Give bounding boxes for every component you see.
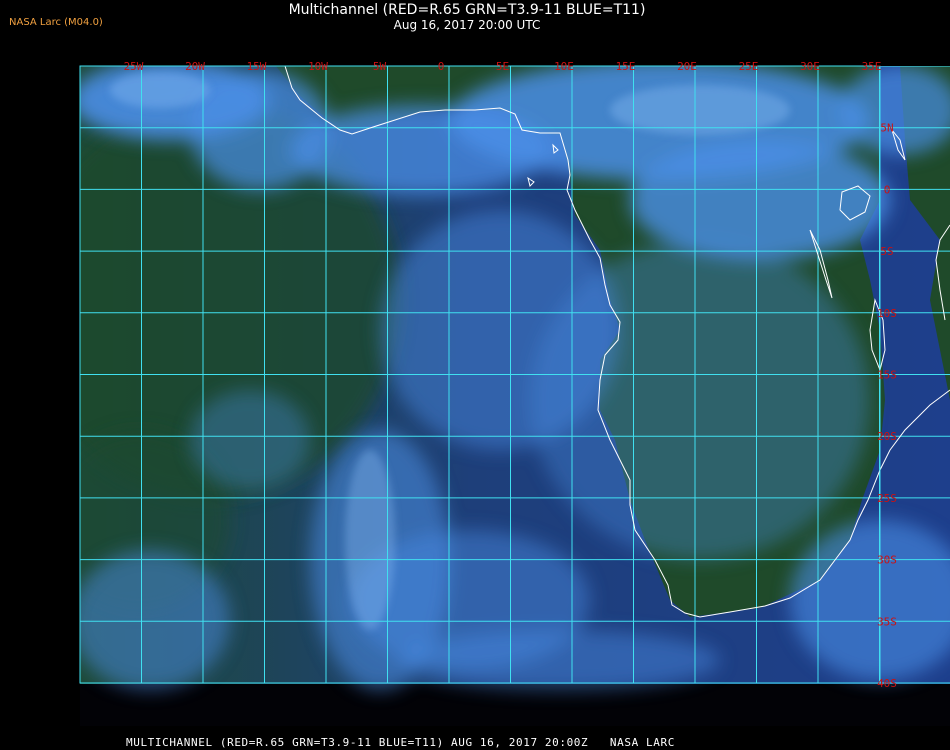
latitude-label: 10S: [877, 307, 897, 320]
satellite-map: 25W 20W 15W 10W 5W 0 5E 10E 15E 20E 25E 30E 35E 5N 0 5…: [79, 60, 950, 726]
latitude-label: 5S: [880, 245, 893, 258]
latitude-label: 5N: [880, 122, 893, 135]
longitude-label: 30E: [800, 60, 820, 73]
lower-dark-band: [80, 684, 950, 726]
longitude-label: 25W: [124, 60, 144, 73]
footer-caption: MULTICHANNEL (RED=R.65 GRN=T3.9-11 BLUE=…: [126, 736, 675, 749]
latitude-label: 30S: [877, 554, 897, 567]
longitude-label: 35E: [862, 60, 882, 73]
longitude-label: 15E: [616, 60, 636, 73]
latitude-label: 0: [884, 183, 891, 196]
latitude-label: 35S: [877, 615, 897, 628]
longitude-label: 10E: [554, 60, 574, 73]
longitude-label: 5E: [496, 60, 509, 73]
longitude-label: 25E: [739, 60, 759, 73]
longitude-label: 15W: [247, 60, 267, 73]
longitude-label: 10W: [308, 60, 328, 73]
latitude-label: 40S: [877, 677, 897, 690]
longitude-label: 5W: [373, 60, 387, 73]
latitude-label: 20S: [877, 430, 897, 443]
latitude-label: 15S: [877, 369, 897, 382]
latitude-label: 25S: [877, 492, 897, 505]
longitude-label: 0: [438, 60, 445, 73]
longitude-label: 20W: [185, 60, 205, 73]
longitude-label: 20E: [677, 60, 697, 73]
